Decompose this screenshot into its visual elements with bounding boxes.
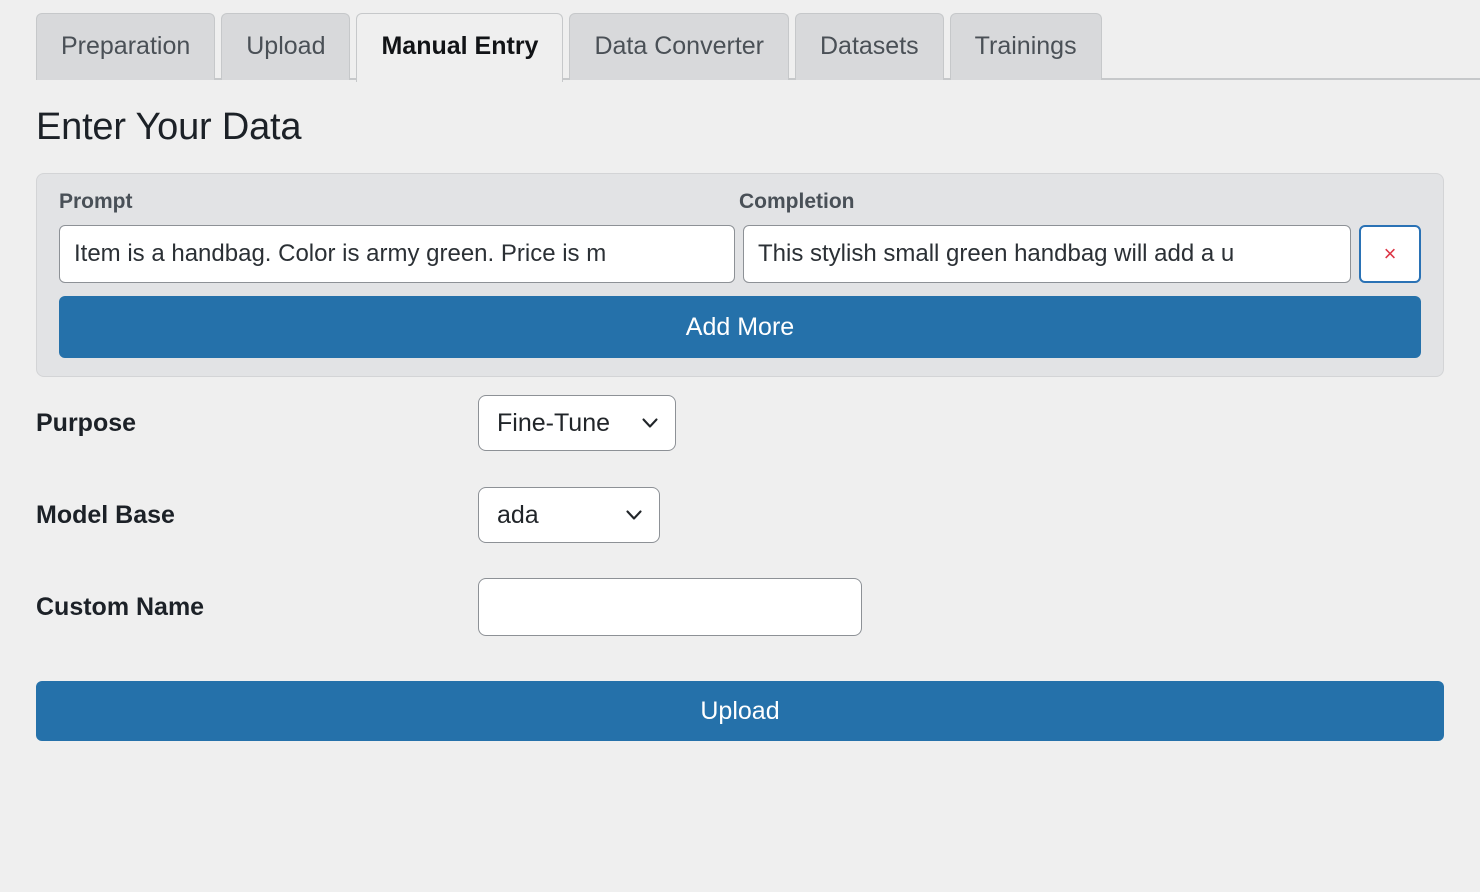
- model-base-row: Model Base ada: [36, 469, 1444, 561]
- tab-label: Manual Entry: [381, 32, 539, 60]
- purpose-row: Purpose Fine-Tune: [36, 377, 1444, 469]
- column-headers: Prompt Completion: [59, 190, 1421, 225]
- completion-column-header: Completion: [739, 190, 855, 213]
- tab-upload[interactable]: Upload: [221, 13, 351, 80]
- model-base-select-value: ada: [497, 500, 539, 529]
- add-more-button[interactable]: Add More: [59, 296, 1421, 358]
- tab-label: Preparation: [61, 32, 191, 60]
- chevron-down-icon: [642, 418, 658, 428]
- custom-name-input[interactable]: [478, 578, 862, 636]
- prompt-column-header: Prompt: [59, 190, 133, 213]
- purpose-label: Purpose: [36, 408, 137, 437]
- data-entry-card: Prompt Completion × Add More: [36, 173, 1444, 377]
- chevron-down-icon: [626, 510, 642, 520]
- upload-button[interactable]: Upload: [36, 681, 1444, 741]
- model-base-select[interactable]: ada: [478, 487, 660, 543]
- page-title: Enter Your Data: [36, 106, 302, 148]
- tab-data-converter[interactable]: Data Converter: [569, 13, 789, 80]
- purpose-select-value: Fine-Tune: [497, 408, 611, 437]
- tab-label: Trainings: [974, 32, 1077, 60]
- app-root: Preparation Upload Manual Entry Data Con…: [0, 0, 1480, 892]
- purpose-select[interactable]: Fine-Tune: [478, 395, 676, 451]
- model-base-label: Model Base: [36, 500, 175, 529]
- tab-label: Upload: [246, 32, 326, 60]
- prompt-input[interactable]: [59, 225, 735, 283]
- main-content: Enter Your Data Prompt Completion × Add …: [0, 106, 1480, 741]
- entry-row: ×: [59, 225, 1421, 283]
- tab-datasets[interactable]: Datasets: [795, 13, 944, 80]
- tab-label: Data Converter: [594, 32, 764, 60]
- delete-row-button[interactable]: ×: [1359, 225, 1421, 283]
- completion-input[interactable]: [743, 225, 1351, 283]
- custom-name-row: Custom Name: [36, 561, 1444, 653]
- tab-manual-entry[interactable]: Manual Entry: [356, 13, 564, 82]
- tab-label: Datasets: [820, 32, 919, 60]
- custom-name-label: Custom Name: [36, 592, 205, 621]
- tab-trainings[interactable]: Trainings: [949, 13, 1102, 80]
- tab-preparation[interactable]: Preparation: [36, 13, 216, 80]
- tab-bar: Preparation Upload Manual Entry Data Con…: [0, 0, 1480, 82]
